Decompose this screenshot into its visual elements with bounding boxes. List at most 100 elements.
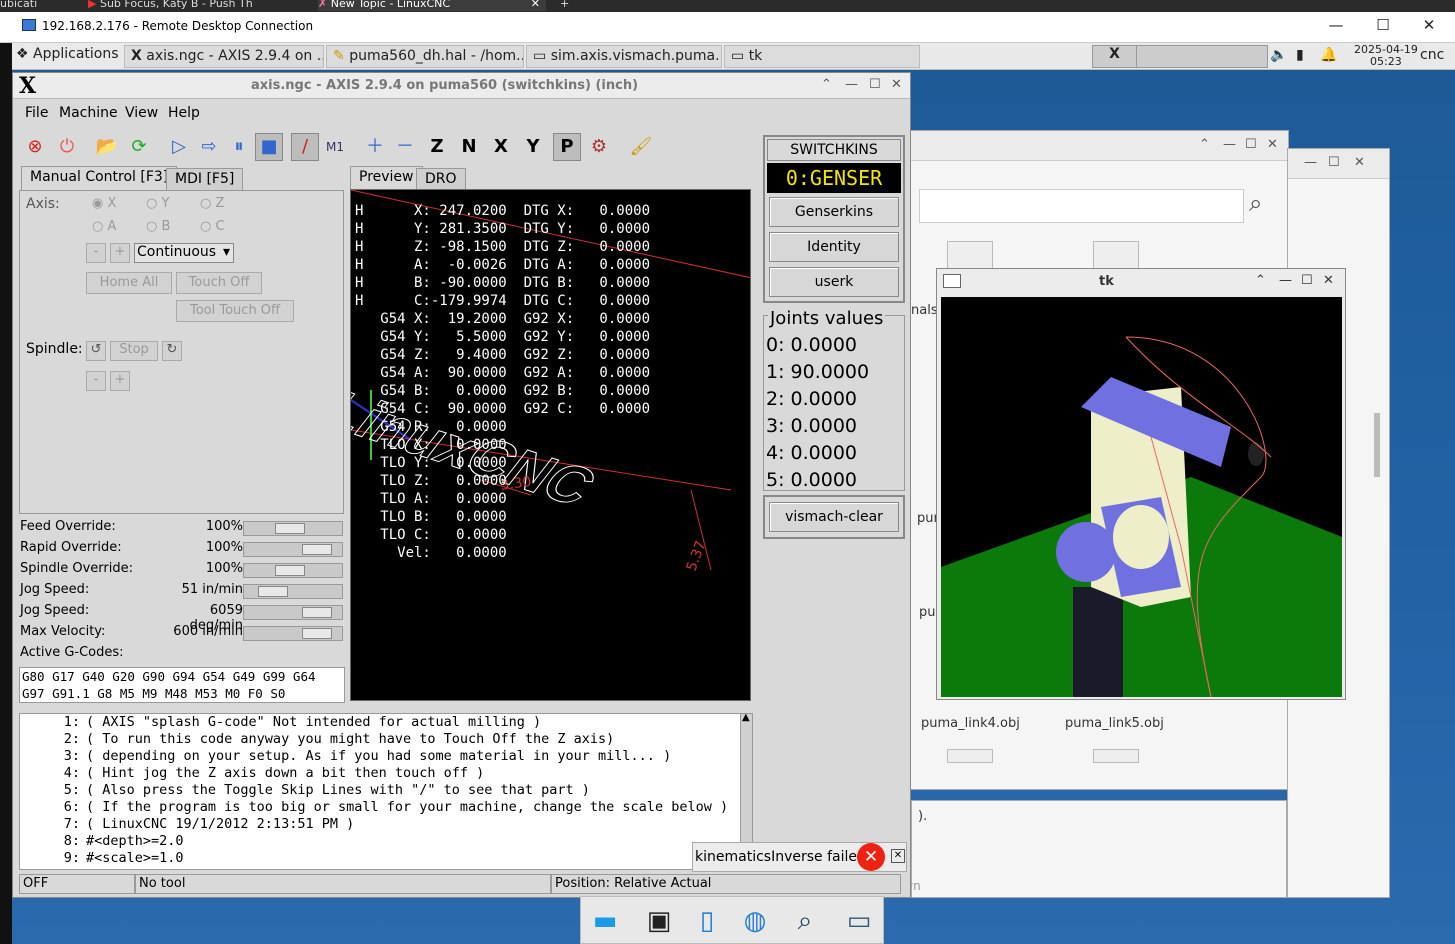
view-z2-icon[interactable]: N	[455, 133, 483, 161]
max-velocity-slider[interactable]	[243, 626, 343, 641]
file-label-puma-link5[interactable]: puma_link5.obj	[1065, 716, 1164, 731]
genserkins-button[interactable]: Genserkins	[769, 197, 899, 227]
taskbar-item[interactable]: ✎ puma560_dh.hal - /hom...	[326, 45, 524, 68]
radio-axis-x[interactable]: ◉ X	[92, 196, 116, 211]
gcode-line[interactable]: 3: ( depending on your setup. As if you h…	[20, 748, 671, 765]
file-icon[interactable]	[1093, 749, 1139, 763]
radio-axis-y[interactable]: ○ Y	[146, 196, 169, 211]
radio-axis-a[interactable]: ○ A	[92, 219, 116, 234]
file-label-puma-link4[interactable]: puma_link4.obj	[921, 716, 1020, 731]
menu-file[interactable]: File	[25, 105, 48, 121]
gcode-line[interactable]: 7: ( LinuxCNC 19/1/2012 2:13:51 PM )	[20, 816, 354, 833]
gcode-line[interactable]: 2: ( To run this code anyway you might ha…	[20, 731, 615, 748]
clear-plot-icon[interactable]: 🖌	[627, 133, 655, 161]
close-icon[interactable]: ✕	[1267, 137, 1278, 152]
home-all-button[interactable]: Home All	[86, 272, 172, 294]
host-tab[interactable]: ▶ Sub Focus, Katy B - Push Th	[88, 0, 308, 11]
vismach-3d-view[interactable]	[941, 297, 1342, 698]
view-z-icon[interactable]: Z	[423, 133, 451, 161]
location-field[interactable]	[919, 189, 1244, 223]
tab-mdi[interactable]: MDI [F5]	[166, 168, 244, 190]
folder-icon[interactable]: ▭	[837, 901, 881, 941]
gcode-line[interactable]: 9: #<scale>=1.0	[20, 850, 184, 867]
chevron-up-icon[interactable]: ⌃	[1199, 137, 1210, 152]
spindle-minus-button[interactable]: -	[86, 371, 106, 391]
preview-canvas[interactable]: LinuxCNC 3.30 5.37 H X: 247.0200 DTG X: …	[350, 189, 751, 701]
search-icon[interactable]: ⌕	[1249, 189, 1262, 217]
radio-axis-c[interactable]: ○ C	[200, 219, 225, 234]
run-icon[interactable]: ▷	[165, 133, 193, 161]
power-icon[interactable]: ⏻	[53, 133, 81, 161]
skip-lines-icon[interactable]: /	[291, 133, 319, 161]
maximize-icon[interactable]: ☐	[1360, 16, 1406, 38]
maximize-icon[interactable]: ☐	[869, 77, 881, 92]
close-icon[interactable]: ✕	[1406, 16, 1452, 38]
tool-touch-off-button[interactable]: Tool Touch Off	[176, 300, 294, 322]
slider-thumb[interactable]	[274, 565, 305, 576]
gcode-line[interactable]: 5: ( Also press the Toggle Skip Lines wit…	[20, 782, 590, 799]
desktop-icon[interactable]: ▬	[583, 901, 627, 941]
notification-icon[interactable]: 🔔	[1320, 47, 1337, 63]
rapid-override-slider[interactable]	[243, 542, 343, 557]
gcode-listing[interactable]: 1: ( AXIS "splash G-code" Not intended fo…	[19, 713, 753, 870]
files-icon[interactable]: ▯	[685, 901, 729, 941]
browser-icon[interactable]: ◍	[733, 901, 777, 941]
pause-icon[interactable]: ⏸	[225, 133, 253, 161]
spindle-cw-icon[interactable]: ↻	[162, 341, 182, 361]
jog-speed-slider[interactable]	[243, 584, 343, 599]
file-icon[interactable]	[947, 241, 993, 269]
close-icon[interactable]: ✕	[1354, 155, 1365, 170]
minimize-icon[interactable]: —	[1304, 155, 1317, 170]
estop-icon[interactable]: ⊗	[21, 133, 49, 161]
volume-icon[interactable]: 🔈	[1270, 47, 1287, 63]
spindle-ccw-icon[interactable]: ↺	[86, 341, 106, 361]
radio-axis-z[interactable]: ○ Z	[200, 196, 224, 211]
close-icon[interactable]: ✕	[891, 77, 902, 92]
gcode-line[interactable]: 8: #<depth>=2.0	[20, 833, 184, 850]
spindle-stop-button[interactable]: Stop	[110, 341, 158, 361]
jog-mode-select[interactable]: Continuous ▾	[134, 243, 234, 263]
jog-minus-button[interactable]: -	[86, 243, 106, 263]
gcode-line[interactable]: 6: ( If the program is too big or small f…	[20, 799, 728, 816]
slider-thumb[interactable]	[301, 544, 332, 555]
view-y-icon[interactable]: Y	[519, 133, 547, 161]
panel-time[interactable]: 05:23	[1370, 55, 1402, 68]
gcode-line[interactable]: 4: ( Hint jog the Z axis down a bit then …	[20, 765, 485, 782]
taskbar-item[interactable]: X axis.ngc - AXIS 2.9.4 on ...	[124, 45, 324, 68]
host-tab-active[interactable]: ✗ New Topic - LinuxCNC ✕	[318, 0, 546, 11]
slider-thumb[interactable]	[274, 523, 305, 534]
reload-icon[interactable]: ⟳	[125, 133, 153, 161]
slider-thumb[interactable]	[301, 628, 332, 639]
radio-axis-b[interactable]: ○ B	[146, 219, 170, 234]
applications-menu[interactable]: ❖ Applications	[16, 46, 119, 62]
view-p-icon[interactable]: P	[553, 133, 581, 161]
chevron-up-icon[interactable]: ⌃	[1255, 273, 1266, 288]
workspace-1[interactable]: X	[1093, 46, 1137, 67]
new-tab-icon[interactable]: +	[560, 0, 580, 11]
chevron-up-icon[interactable]: ⌃	[821, 77, 832, 92]
optional-stop-icon[interactable]: M1	[321, 133, 349, 161]
touch-off-button[interactable]: Touch Off	[176, 272, 262, 294]
vismach-clear-button[interactable]: vismach-clear	[769, 502, 899, 532]
file-label[interactable]: pu	[919, 605, 936, 620]
close-icon[interactable]: ✕	[531, 0, 540, 10]
maximize-icon[interactable]: ☐	[1301, 273, 1313, 288]
userk-button[interactable]: userk	[769, 267, 899, 297]
minimize-icon[interactable]: —	[845, 77, 858, 92]
taskbar-item[interactable]: ▭ tk	[724, 45, 920, 68]
rotate-view-icon[interactable]: ⚙	[585, 133, 613, 161]
slider-thumb[interactable]	[301, 607, 332, 618]
slider-thumb[interactable]	[257, 586, 288, 597]
battery-icon[interactable]: ▮	[1296, 47, 1304, 63]
stop-icon[interactable]: ■	[255, 133, 283, 161]
panel-user[interactable]: cnc	[1420, 47, 1444, 63]
close-icon[interactable]: ✕	[891, 849, 905, 863]
view-x-icon[interactable]: X	[487, 133, 515, 161]
zoom-in-icon[interactable]: ＋	[361, 133, 389, 161]
file-icon[interactable]	[947, 749, 993, 763]
taskbar-item[interactable]: ▭ sim.axis.vismach.puma...	[526, 45, 722, 68]
minimize-icon[interactable]: —	[1313, 16, 1359, 38]
workspace-switcher[interactable]: X	[1092, 45, 1268, 68]
tab-preview[interactable]: Preview	[350, 166, 423, 190]
step-icon[interactable]: ⇨	[195, 133, 223, 161]
